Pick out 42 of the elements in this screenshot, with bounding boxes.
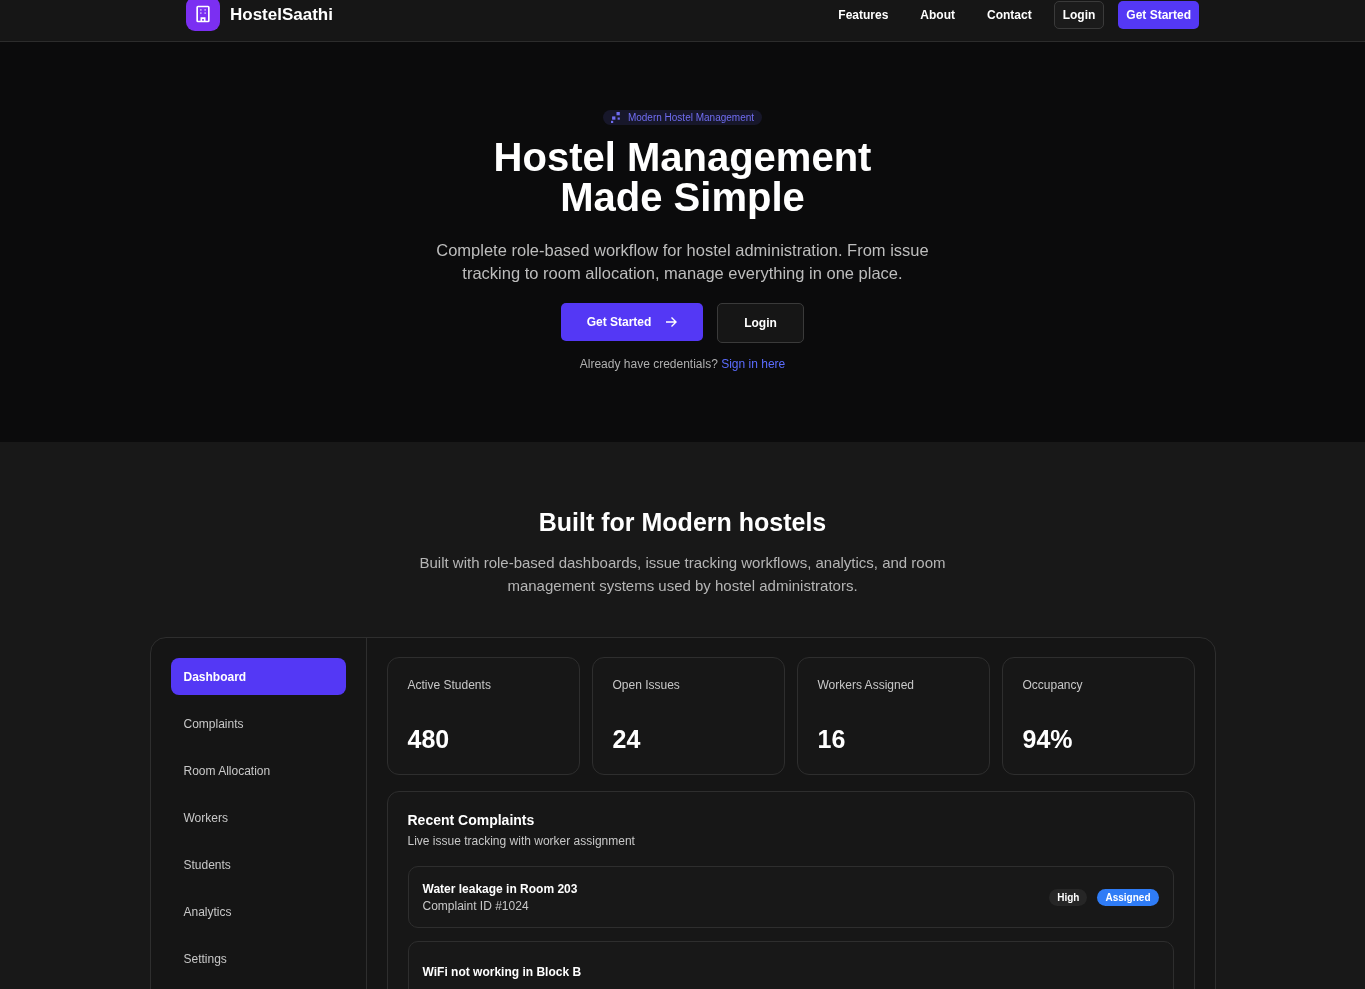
status-tag: Assigned [1097,888,1159,906]
sidebar-item[interactable]: Room Allocation [170,752,346,789]
sidebar-item[interactable]: Dashboard [170,658,346,695]
stat-label: Open Issues [612,678,681,692]
get-started-button[interactable]: Get Started [561,303,703,341]
sidebar-item[interactable]: Students [170,846,346,883]
priority-tag: High [1049,888,1088,906]
sign-in-link[interactable]: Sign in here [721,357,786,371]
hero-badge: Modern Hostel Management [602,110,763,125]
sparkle-icon [610,112,622,123]
card-subtitle: Live issue tracking with worker assignment [407,834,636,848]
complaint-row[interactable]: WiFi not working in Block B [407,941,1174,989]
login-button[interactable]: Login [1053,0,1105,29]
brand-name: HostelSaathi [230,4,333,25]
sidebar-item[interactable]: Workers [170,799,346,836]
complaint-id: Complaint ID #1024 [422,898,530,913]
complaint-title: Water leakage in Room 203 [422,881,578,896]
credentials-note: Already have credentials? Sign in here [579,357,786,371]
sidebar-item[interactable]: Analytics [170,893,346,930]
section-subtitle: Built with role-based dashboards, issue tracking workflows, analytics, and room management systems used by hostel administrators. [418,553,947,596]
building-logo-icon [186,0,220,31]
arrow-right-icon [665,316,678,328]
stat-value: 24 [612,725,642,754]
hero-title: Hostel Management Made Simple [493,137,872,217]
sidebar-item[interactable]: Settings [170,940,346,977]
nav-link[interactable]: Contact [987,7,1032,22]
stat-label: Occupancy [1022,678,1084,692]
hero-subtitle: Complete role-based workflow for hostel administration. From issue tracking to room allocation, manage everything in one place. [435,240,930,284]
nav-link[interactable]: Features [838,7,889,22]
nav-link[interactable]: About [920,7,955,22]
section-title: Built for Modern hostels [538,508,827,537]
stat-value: 480 [407,725,451,754]
stat-label: Active Students [407,678,492,692]
get-started-button[interactable]: Get Started [1118,0,1199,29]
sidebar-item[interactable]: Complaints [170,705,346,742]
complaint-title: WiFi not working in Block B [422,965,582,979]
login-button[interactable]: Login [717,303,804,343]
stat-label: Workers Assigned [817,678,915,692]
card-title: Recent Complaints [407,812,536,828]
stat-value: 94% [1022,725,1074,754]
complaint-row[interactable]: Water leakage in Room 203 Complaint ID #1024 High Assigned [407,866,1174,928]
stat-value: 16 [817,725,847,754]
